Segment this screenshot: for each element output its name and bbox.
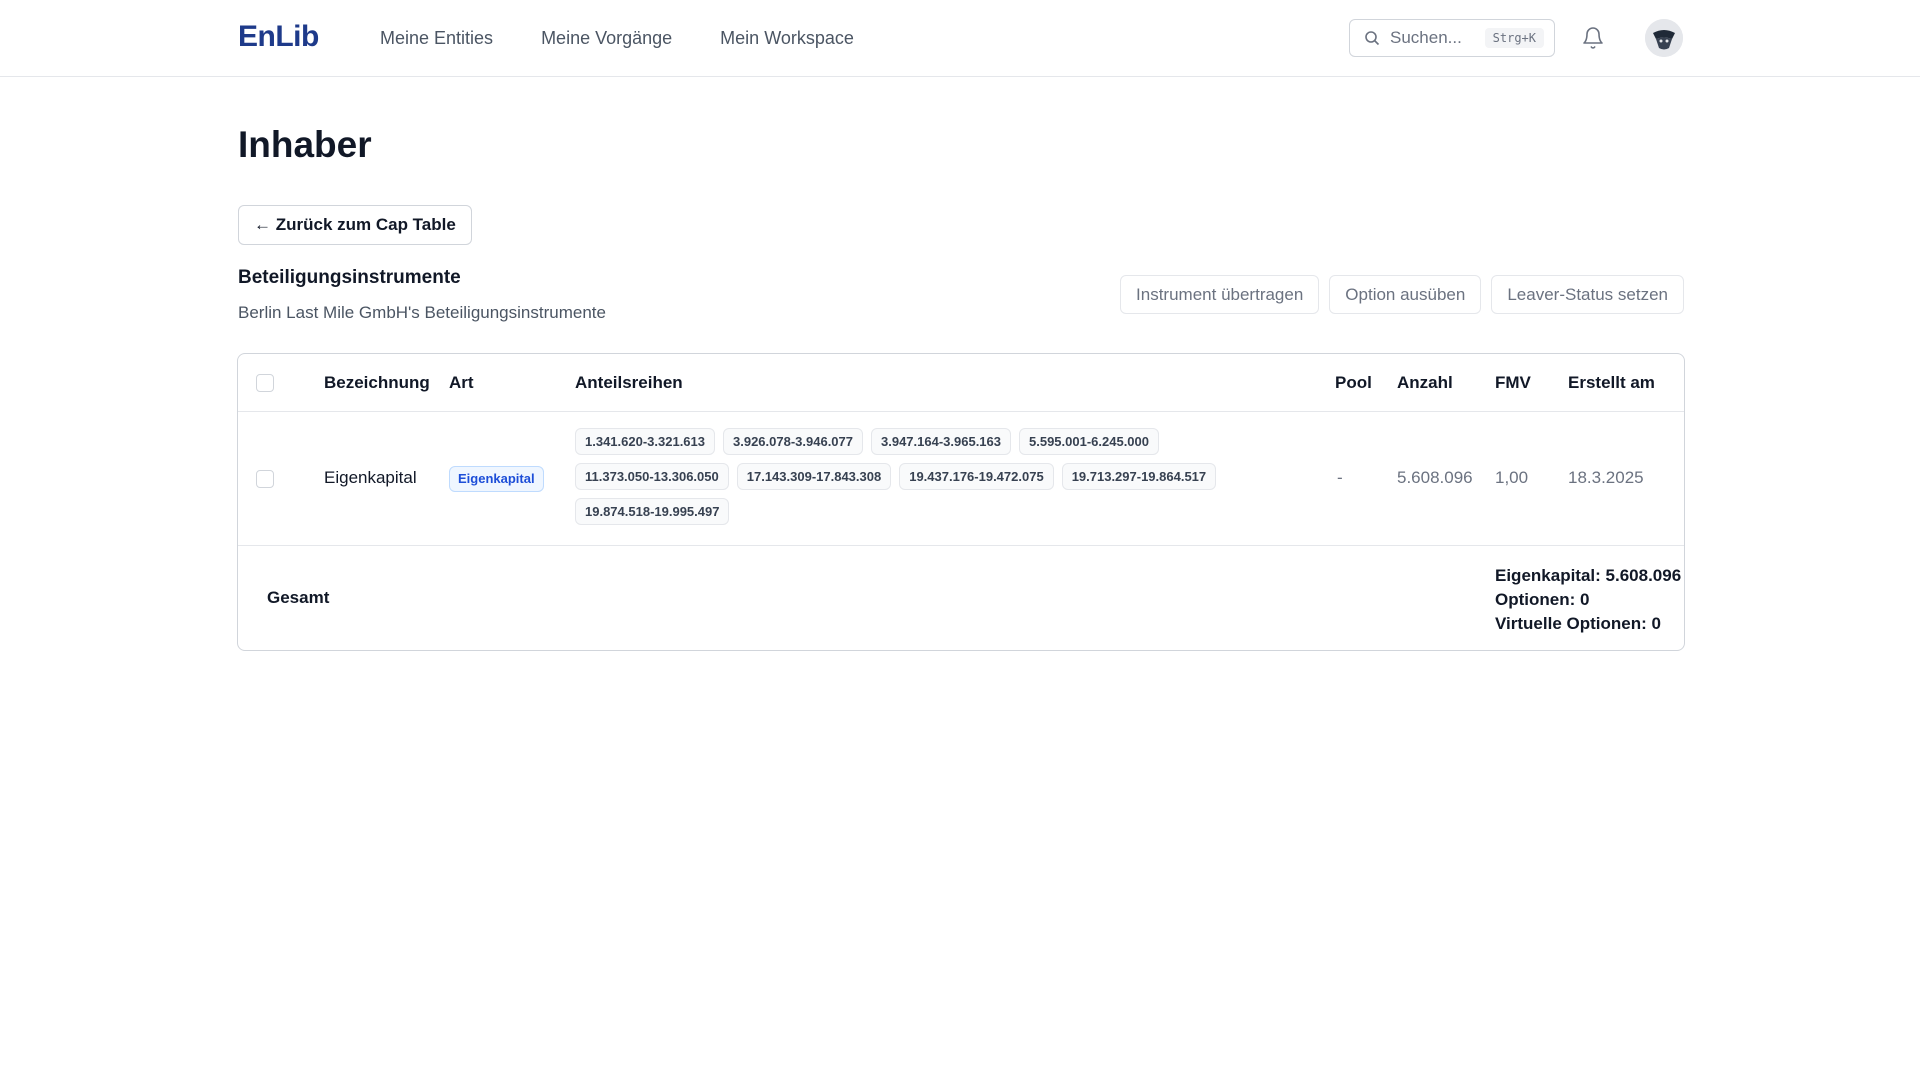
instruments-table: Bezeichnung Art Anteilsreihen Pool Anzah…	[237, 353, 1685, 651]
share-ranges: 1.341.620-3.321.613 3.926.078-3.946.077 …	[575, 428, 1265, 525]
column-header-anteilsreihen[interactable]: Anteilsreihen	[575, 373, 683, 393]
search-icon	[1365, 31, 1380, 46]
search-input[interactable]	[1390, 28, 1480, 48]
share-range-chip: 19.713.297-19.864.517	[1061, 463, 1217, 490]
column-header-pool[interactable]: Pool	[1335, 373, 1372, 393]
action-toolbar: Instrument übertragen Option ausüben Lea…	[1120, 275, 1684, 314]
set-leaver-status-button[interactable]: Leaver-Status setzen	[1491, 275, 1684, 314]
table-row[interactable]: Eigenkapital Eigenkapital 1.341.620-3.32…	[238, 412, 1684, 546]
type-badge: Eigenkapital	[449, 466, 544, 492]
cell-bezeichnung: Eigenkapital	[324, 468, 417, 487]
user-avatar[interactable]	[1645, 19, 1683, 57]
nav-item-mein-workspace[interactable]: Mein Workspace	[720, 28, 854, 49]
share-range-chip: 3.926.078-3.946.077	[723, 428, 863, 455]
totals-summary: Eigenkapital: 5.608.096 Optionen: 0 Virt…	[1495, 564, 1681, 636]
top-navigation-bar: EnLib Meine Entities Meine Vorgänge Mein…	[0, 0, 1920, 77]
share-range-chip: 5.595.001-6.245.000	[1019, 428, 1159, 455]
cell-erstellt-am: 18.3.2025	[1568, 468, 1644, 487]
search-shortcut-hint: Strg+K	[1484, 28, 1544, 48]
total-virtual-options: Virtuelle Optionen: 0	[1495, 614, 1661, 633]
column-header-erstellt-am[interactable]: Erstellt am	[1568, 373, 1655, 393]
page-title: Inhaber	[238, 124, 372, 165]
row-checkbox[interactable]	[256, 470, 274, 488]
cell-fmv: 1,00	[1495, 468, 1529, 487]
total-equity: Eigenkapital: 5.608.096	[1495, 566, 1682, 585]
exercise-option-button[interactable]: Option ausüben	[1329, 275, 1482, 314]
column-header-fmv[interactable]: FMV	[1495, 373, 1531, 393]
main-nav: Meine Entities Meine Vorgänge Mein Works…	[380, 28, 854, 49]
share-range-chip: 11.373.050-13.306.050	[575, 463, 729, 490]
total-label: Gesamt	[267, 588, 330, 607]
transfer-instrument-button[interactable]: Instrument übertragen	[1120, 275, 1320, 314]
search-box[interactable]: Strg+K	[1349, 19, 1555, 57]
share-range-chip: 17.143.309-17.843.308	[736, 463, 892, 490]
app-logo[interactable]: EnLib	[238, 20, 319, 54]
total-options: Optionen: 0	[1495, 590, 1590, 609]
cell-pool: -	[1337, 468, 1343, 487]
column-header-art[interactable]: Art	[449, 373, 474, 393]
share-range-chip: 3.947.164-3.965.163	[871, 428, 1011, 455]
table-header: Bezeichnung Art Anteilsreihen Pool Anzah…	[238, 354, 1684, 412]
nav-item-meine-vorgaenge[interactable]: Meine Vorgänge	[541, 28, 672, 49]
avatar-image-icon	[1645, 19, 1683, 57]
select-all-checkbox[interactable]	[256, 374, 274, 392]
section-subtitle: Berlin Last Mile GmbH's Beteiligungsinst…	[238, 303, 606, 322]
nav-item-meine-entities[interactable]: Meine Entities	[380, 28, 493, 49]
share-range-chip: 1.341.620-3.321.613	[575, 428, 715, 455]
back-to-cap-table-button[interactable]: ← Zurück zum Cap Table	[238, 205, 472, 245]
notification-bell-icon[interactable]	[1581, 26, 1605, 50]
share-range-chip: 19.874.518-19.995.497	[575, 498, 730, 525]
column-header-bezeichnung[interactable]: Bezeichnung	[324, 373, 430, 393]
share-range-chip: 19.437.176-19.472.075	[899, 463, 1054, 490]
column-header-anzahl[interactable]: Anzahl	[1397, 373, 1453, 393]
section-title: Beteiligungsinstrumente	[238, 267, 461, 288]
cell-anzahl: 5.608.096	[1397, 468, 1473, 487]
